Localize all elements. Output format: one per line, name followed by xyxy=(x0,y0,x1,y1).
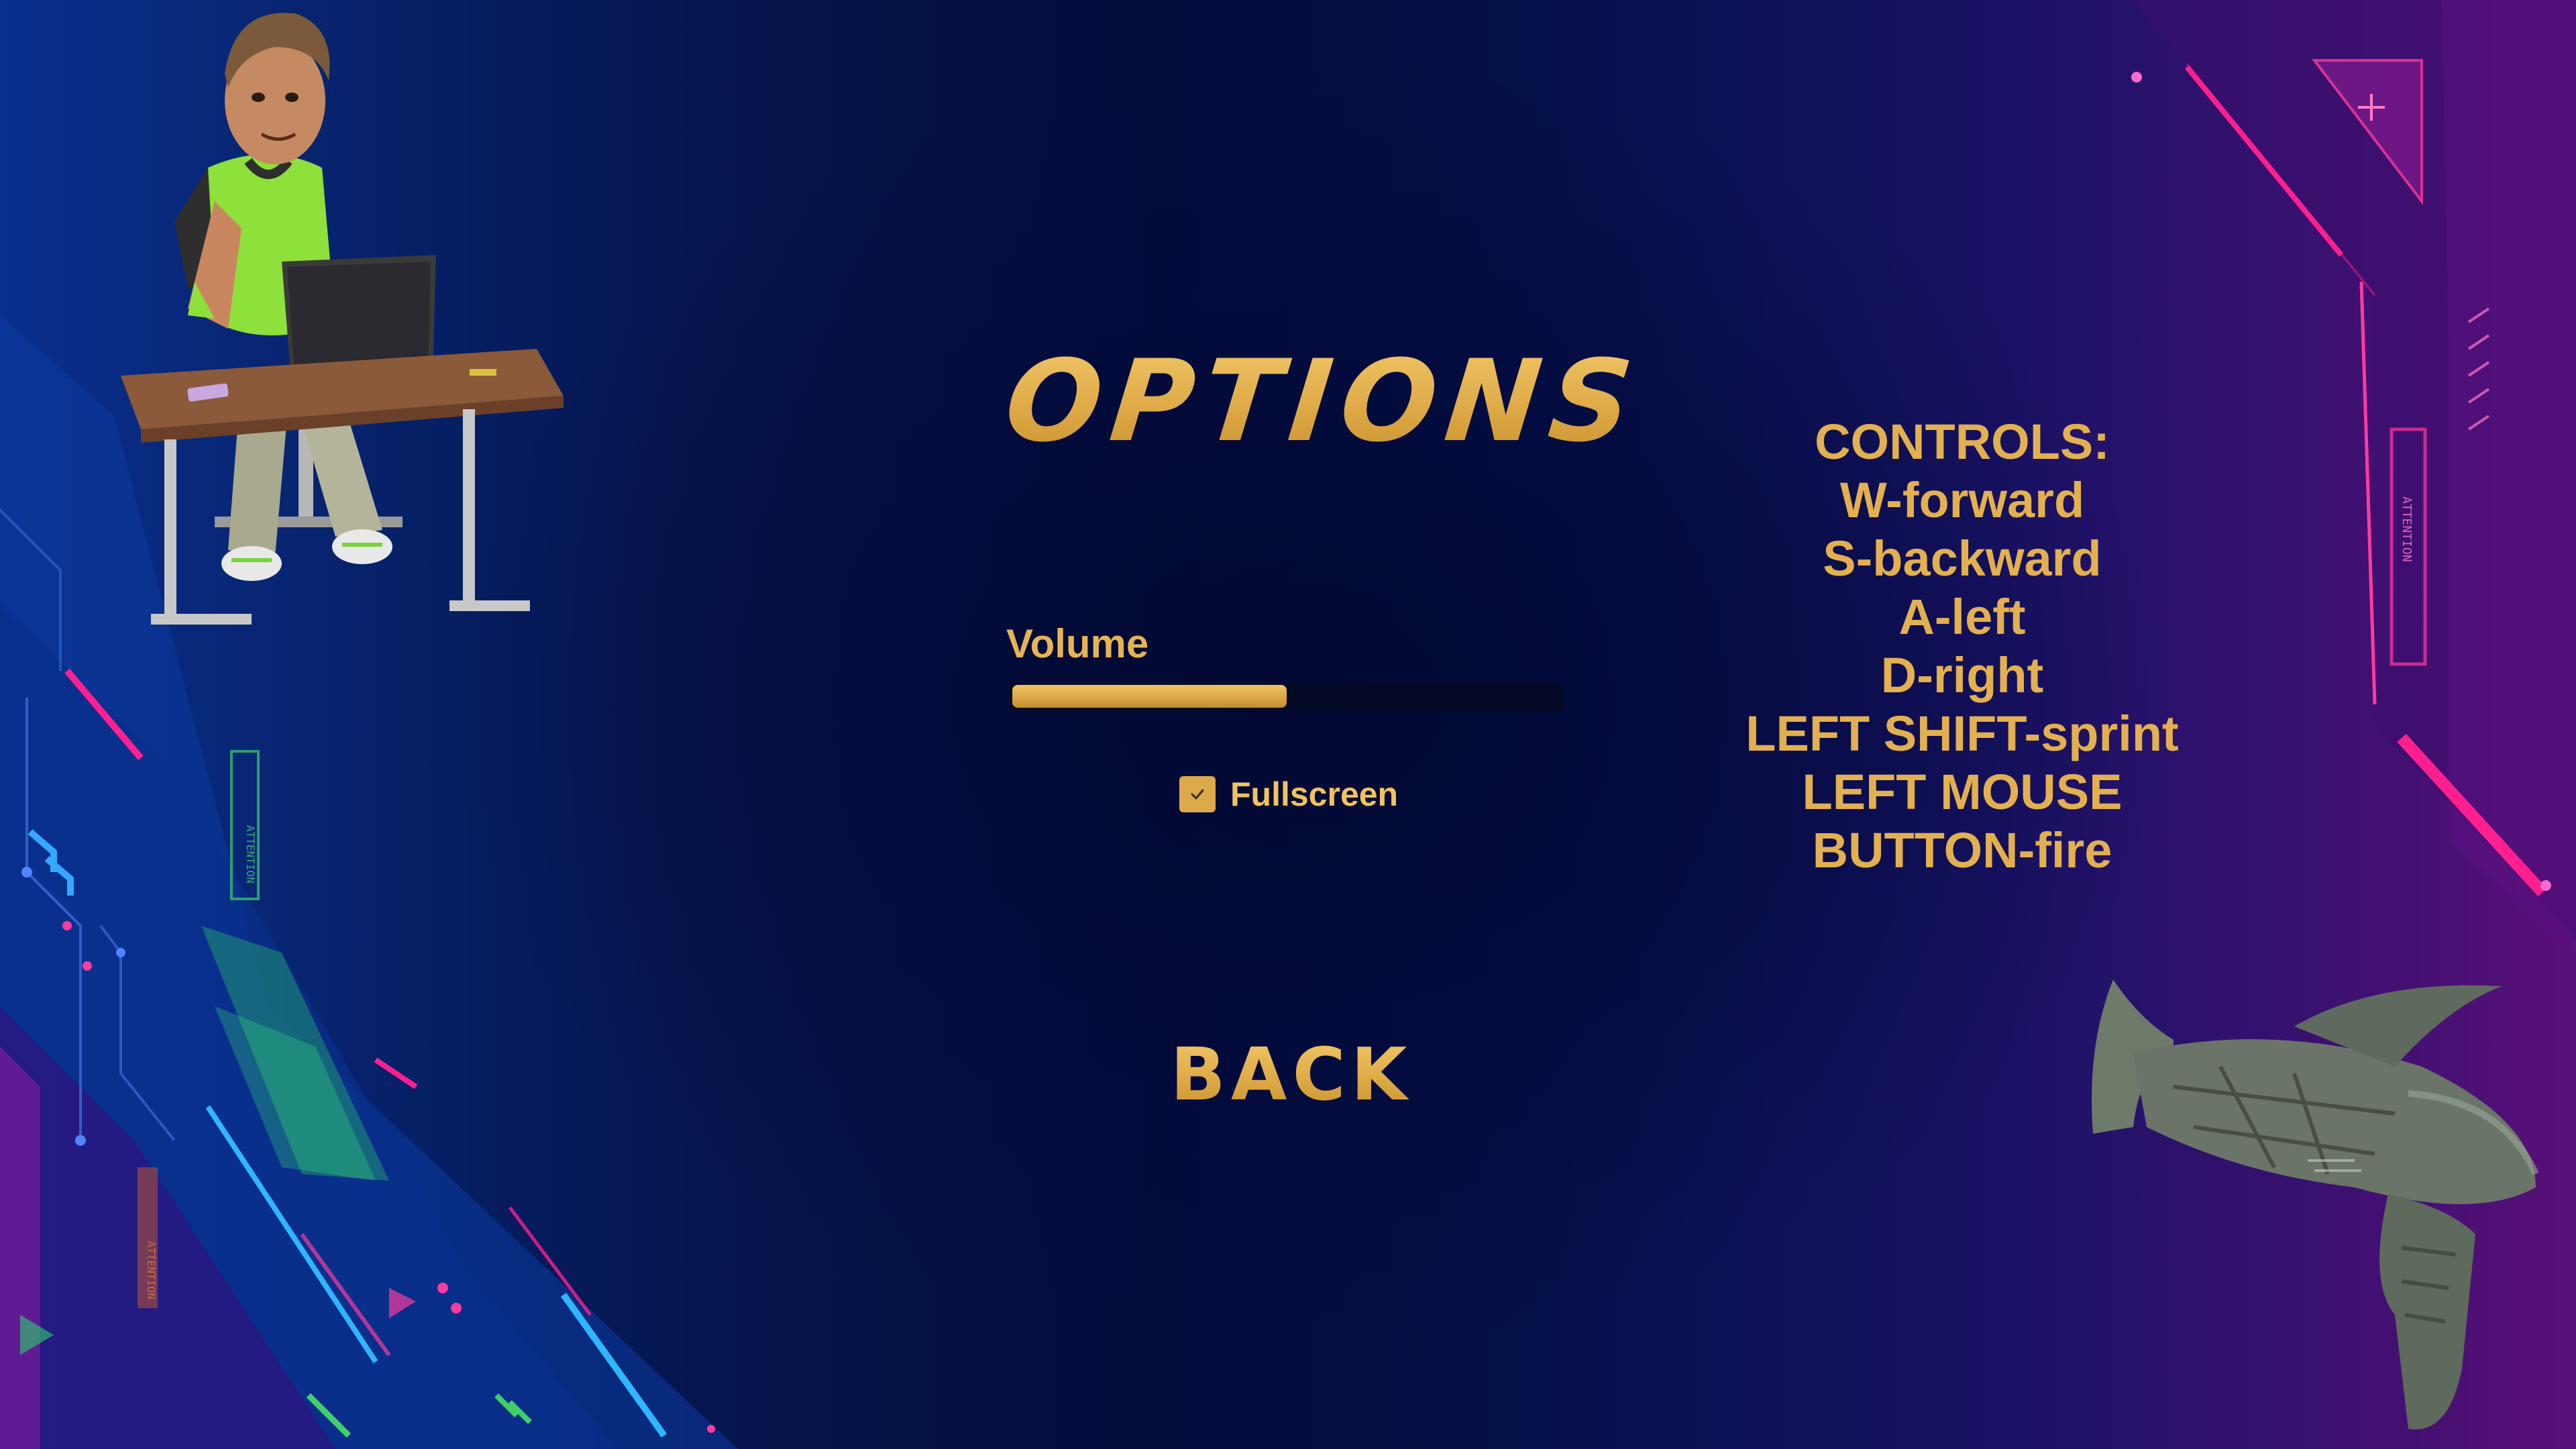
back-button[interactable]: BACK xyxy=(1157,1033,1426,1117)
controls-list: CONTROLS: W-forward S-backward A-left D-… xyxy=(1746,414,2179,878)
volume-slider-fill xyxy=(1012,685,1287,708)
fullscreen-label: Fullscreen xyxy=(1230,775,1399,813)
raygun-image xyxy=(2092,979,2539,1430)
character-at-desk-image xyxy=(121,13,564,625)
options-title: OPTIONS xyxy=(999,335,1648,467)
checkmark-icon xyxy=(1191,789,1204,800)
volume-label: Volume xyxy=(1006,621,1149,666)
fullscreen-toggle[interactable]: Fullscreen xyxy=(1179,775,1398,814)
volume-slider[interactable] xyxy=(1010,683,1563,711)
svg-text:ATTENTION: ATTENTION xyxy=(2400,496,2414,562)
fullscreen-checkbox[interactable] xyxy=(1179,776,1216,812)
